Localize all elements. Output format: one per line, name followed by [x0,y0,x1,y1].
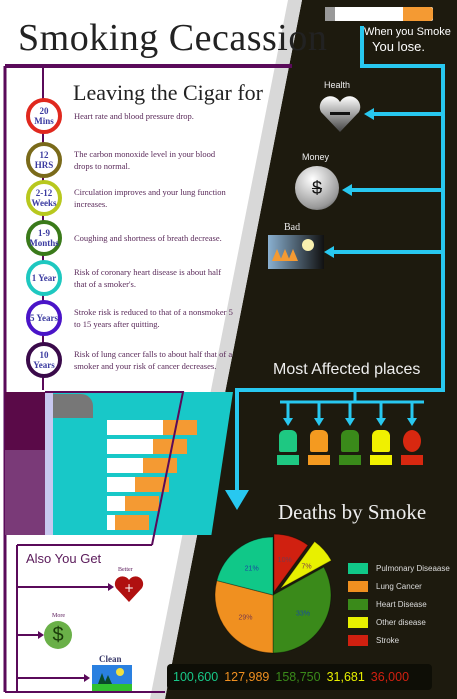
legend-label: Lung Cancer [376,582,422,591]
legend-swatch [348,635,368,646]
legend-label: Stroke [376,636,400,645]
affected-arrowhead [283,418,293,426]
legend-swatch [348,617,368,628]
legend-item: Heart Disease [348,599,427,610]
pie-percent-label: 7% [302,563,312,570]
affected-arrowhead [407,418,417,426]
legend-item: Other disease [348,617,426,628]
pie-percent-label: 29% [238,614,252,621]
organ-icon [310,430,328,452]
death-count: 127,989 [224,670,270,684]
legend-item: Pulmonary Diseaase [348,563,450,574]
pie-chart: 10% 7% 33% 29% 21% [214,533,333,654]
organ-icon [341,430,359,452]
organ-base [370,455,392,465]
organ-icon [279,430,297,452]
legend-item: Lung Cancer [348,581,422,592]
legend-swatch [348,563,368,574]
most-affected-heading: Most Affected places [273,361,421,378]
pie-percent-label: 21% [245,566,259,573]
legend-label: Pulmonary Diseaase [376,564,450,573]
broken-heart-icon [319,96,361,132]
legend-swatch [348,599,368,610]
death-count: 100,600 [173,670,219,684]
legend-item: Stroke [348,635,399,646]
organ-base [401,455,423,465]
death-count: 36,000 [370,670,410,684]
loss-label-bad: Bad [284,222,301,233]
legend-label: Other disease [376,618,426,627]
affected-arrowhead [376,418,386,426]
organ-icon [403,430,421,452]
loss-label-money: Money [302,152,330,162]
pie-percent-label: 10% [278,557,292,564]
loss-label-health: Health [324,80,351,90]
organ-icon [372,430,390,452]
death-count: 158,750 [275,670,321,684]
organ-base [308,455,330,465]
death-counts-bar: 100,600 127,989 158,750 31,681 36,000 [167,664,432,690]
legend-label: Heart Disease [376,600,427,609]
money-loss-icon: $ [295,166,339,210]
legend-swatch [348,581,368,592]
organ-base [339,455,361,465]
pie-percent-label: 33% [296,611,310,618]
affected-arrowhead [345,418,355,426]
affected-arrowhead [314,418,324,426]
polluted-landscape-icon [268,235,324,269]
organ-base [277,455,299,465]
death-count: 31,681 [326,670,365,684]
